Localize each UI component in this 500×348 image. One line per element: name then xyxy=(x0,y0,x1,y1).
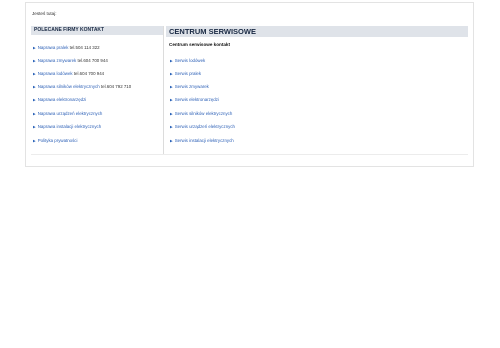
link-naprawa-instalacji[interactable]: Naprawa instalacji elektrycznych xyxy=(38,124,101,129)
link-naprawa-lodowek[interactable]: Naprawa lodówek xyxy=(38,71,73,76)
list-item: ▶ Naprawa urządzeń elektrycznych xyxy=(33,111,102,116)
link-naprawa-pralek[interactable]: Naprawa pralek xyxy=(38,45,69,50)
list-item: ▶ Serwis zmywarek xyxy=(170,84,209,89)
arrow-right-icon: ▶ xyxy=(170,139,173,143)
arrow-right-icon: ▶ xyxy=(33,125,36,129)
list-item: ▶ Naprawa lodówek tel.604 700 944 xyxy=(33,71,104,76)
list-item: ▶ Serwis lodówek xyxy=(170,58,205,63)
list-item: ▶ Naprawa zmywarek tel.604 700 944 xyxy=(33,58,108,63)
page-frame: Jesteś tutaj: POLECANE FIRMY KONTAKT ▶ Na… xyxy=(25,2,474,167)
arrow-right-icon: ▶ xyxy=(170,98,173,102)
arrow-right-icon: ▶ xyxy=(33,85,36,89)
left-panel: POLECANE FIRMY KONTAKT ▶ Naprawa pralek t… xyxy=(31,26,164,154)
divider xyxy=(31,154,468,155)
link-serwis-elektronarzedzi[interactable]: Serwis elektronarzędzi xyxy=(175,97,219,102)
link-serwis-lodowek[interactable]: Serwis lodówek xyxy=(175,58,206,63)
arrow-right-icon: ▶ xyxy=(170,59,173,63)
phone-text: tel.604 792 710 xyxy=(99,84,132,89)
phone-text: tel.504 114 322 xyxy=(68,45,100,50)
link-naprawa-urzadzen[interactable]: Naprawa urządzeń elektrycznych xyxy=(38,111,103,116)
link-serwis-zmywarek[interactable]: Serwis zmywarek xyxy=(175,84,209,89)
right-panel-header: CENTRUM SERWISOWE xyxy=(166,26,468,37)
right-panel-subheader: Centrum serwisowe kontakt xyxy=(169,42,231,47)
breadcrumb: Jesteś tutaj: xyxy=(32,11,57,16)
list-item: ▶ Naprawa instalacji elektrycznych xyxy=(33,124,101,129)
left-panel-header: POLECANE FIRMY KONTAKT xyxy=(31,26,163,35)
arrow-right-icon: ▶ xyxy=(170,85,173,89)
arrow-right-icon: ▶ xyxy=(33,46,36,50)
arrow-right-icon: ▶ xyxy=(33,59,36,63)
list-item: ▶ Serwis urządzeń elektrycznych xyxy=(170,124,235,129)
list-item: ▶ Serwis pralek xyxy=(170,71,201,76)
arrow-right-icon: ▶ xyxy=(33,139,36,143)
right-panel: CENTRUM SERWISOWE Centrum serwisowe kont… xyxy=(166,26,468,154)
arrow-right-icon: ▶ xyxy=(33,112,36,116)
arrow-right-icon: ▶ xyxy=(170,72,173,76)
list-item: ▶ Naprawa elektronarzędzi xyxy=(33,97,86,102)
list-item: ▶ Naprawa pralek tel.504 114 322 xyxy=(33,45,100,50)
link-serwis-silnikow[interactable]: Serwis silników elektrycznych xyxy=(175,111,233,116)
link-naprawa-silnikow[interactable]: Naprawa silników elektrycznych xyxy=(38,84,100,89)
list-item: ▶ Serwis elektronarzędzi xyxy=(170,97,219,102)
arrow-right-icon: ▶ xyxy=(33,72,36,76)
list-item: ▶ Polityka prywatności xyxy=(33,138,77,143)
arrow-right-icon: ▶ xyxy=(33,98,36,102)
phone-text: tel.604 700 944 xyxy=(72,71,105,76)
link-naprawa-elektronarzedzi[interactable]: Naprawa elektronarzędzi xyxy=(38,97,87,102)
list-item: ▶ Serwis instalacji elektrycznych xyxy=(170,138,234,143)
link-serwis-urzadzen[interactable]: Serwis urządzeń elektrycznych xyxy=(175,124,235,129)
link-naprawa-zmywarek[interactable]: Naprawa zmywarek xyxy=(38,58,77,63)
list-item: ▶ Serwis silników elektrycznych xyxy=(170,111,232,116)
arrow-right-icon: ▶ xyxy=(170,112,173,116)
arrow-right-icon: ▶ xyxy=(170,125,173,129)
link-polityka-prywatnosci[interactable]: Polityka prywatności xyxy=(38,138,78,143)
phone-text: tel.604 700 944 xyxy=(76,58,108,63)
list-item: ▶ Naprawa silników elektrycznych tel.604 … xyxy=(33,84,131,89)
link-serwis-pralek[interactable]: Serwis pralek xyxy=(175,71,201,76)
link-serwis-instalacji[interactable]: Serwis instalacji elektrycznych xyxy=(175,138,234,143)
